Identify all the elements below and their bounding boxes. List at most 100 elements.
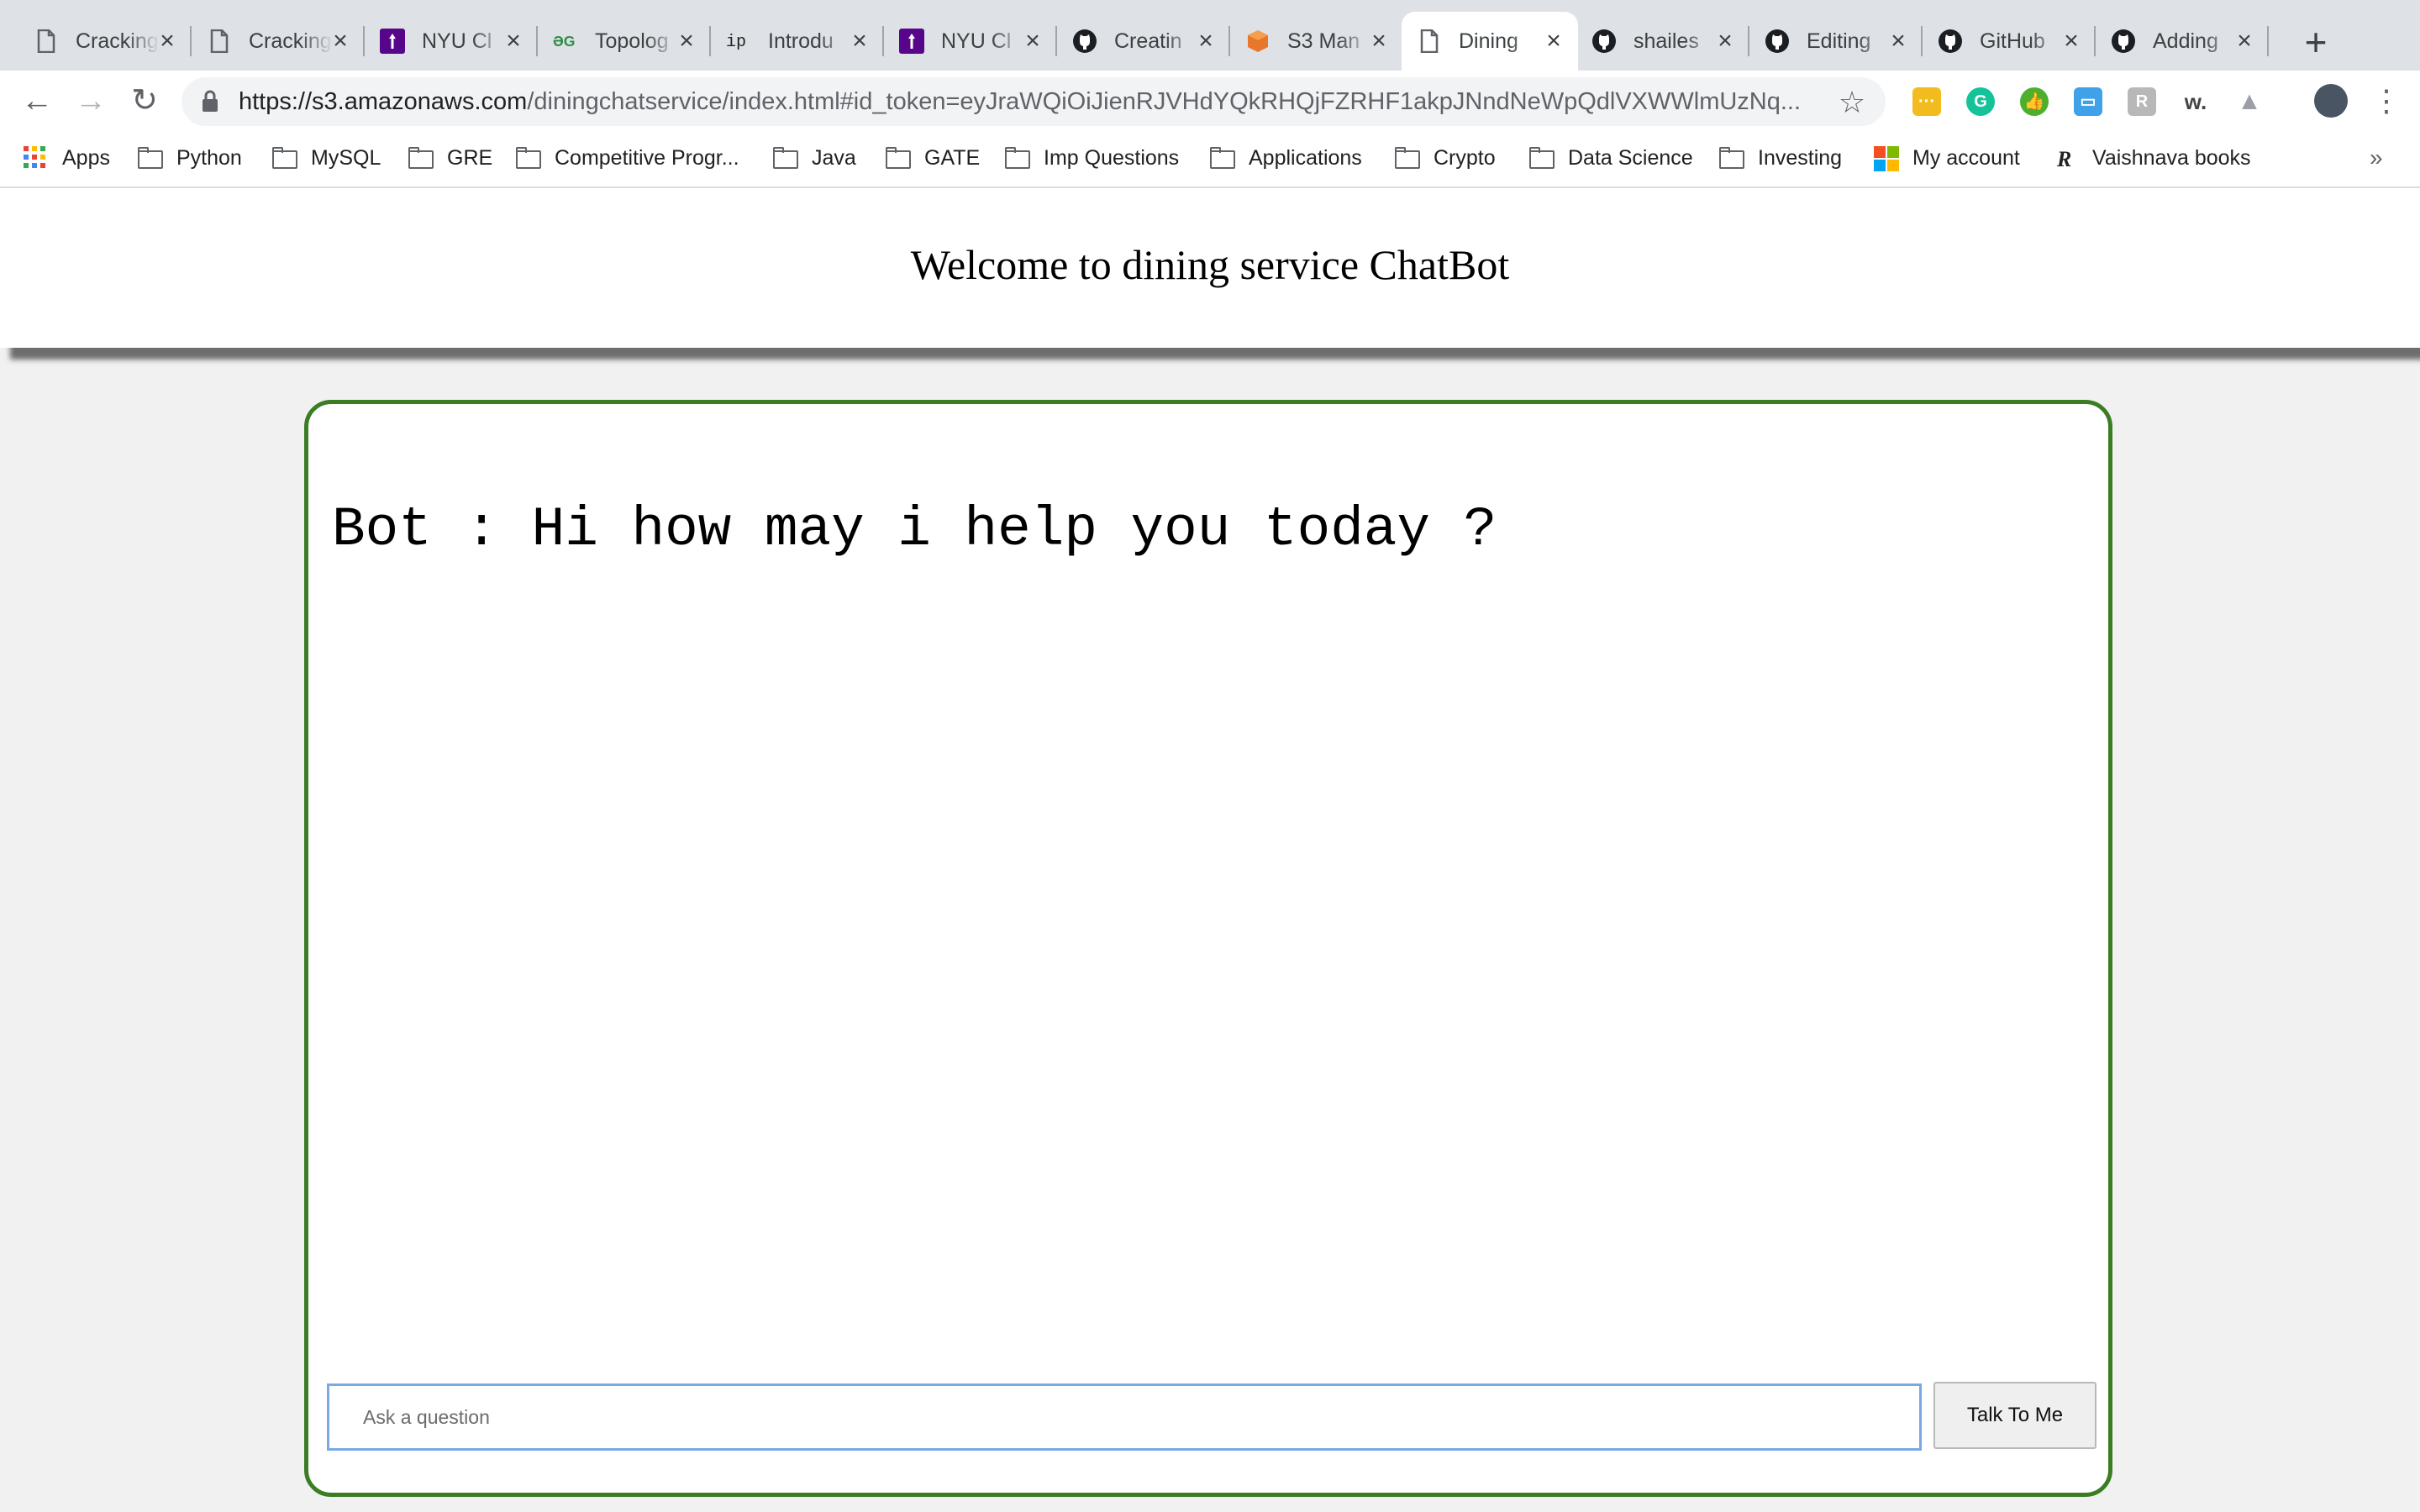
- bookmark-item[interactable]: Investing: [1719, 141, 1842, 175]
- browser-tab[interactable]: Cracking ×: [192, 12, 365, 71]
- new-tab-button[interactable]: +: [2297, 23, 2334, 61]
- bookmark-item[interactable]: My account: [1874, 141, 2020, 175]
- tab-close-icon[interactable]: ×: [1541, 29, 1566, 54]
- tab-close-icon[interactable]: ×: [847, 29, 872, 54]
- drive-icon[interactable]: ▲: [2235, 87, 2264, 116]
- folder-icon: [272, 146, 301, 170]
- apps-grid-icon: [24, 146, 52, 170]
- bookmark-label: Imp Questions: [1044, 145, 1180, 170]
- bookmark-label: MySQL: [311, 145, 381, 170]
- browser-tab[interactable]: Creatin ×: [1057, 12, 1230, 71]
- tab-close-icon[interactable]: ×: [155, 29, 180, 54]
- r-extension-icon[interactable]: R: [2128, 87, 2156, 116]
- w-extension-icon[interactable]: w.: [2181, 87, 2210, 116]
- back-button[interactable]: ←: [18, 82, 55, 119]
- tab-close-icon[interactable]: ×: [1193, 29, 1218, 54]
- browser-tab[interactable]: ƏG Topolog ×: [538, 12, 711, 71]
- folder-icon: [516, 146, 544, 170]
- browser-tab[interactable]: Dining ×: [1402, 12, 1578, 71]
- bookmark-item[interactable]: Imp Questions: [1005, 141, 1179, 175]
- reload-button[interactable]: ↻: [126, 82, 163, 119]
- tab-close-icon[interactable]: ×: [674, 29, 699, 54]
- tab-close-icon[interactable]: ×: [1886, 29, 1911, 54]
- tab-title: Topolog: [595, 29, 669, 53]
- page-icon: [207, 29, 232, 54]
- tab-title: NYU Cl: [422, 29, 492, 53]
- window-extension-icon[interactable]: ▭: [2074, 87, 2102, 116]
- tab-close-icon[interactable]: ×: [1712, 29, 1738, 54]
- thumbs-up-extension-icon[interactable]: 👍: [2020, 87, 2049, 116]
- address-bar[interactable]: https://s3.amazonaws.com/diningchatservi…: [182, 77, 1886, 126]
- browser-menu-button[interactable]: ⋮: [2371, 82, 2402, 119]
- bookmark-item[interactable]: GRE: [408, 141, 492, 175]
- forward-button[interactable]: →: [72, 82, 109, 119]
- folder-icon: [1005, 146, 1034, 170]
- browser-tab[interactable]: NYU Cl ×: [884, 12, 1057, 71]
- svg-text:ip: ip: [726, 33, 746, 51]
- browser-tab[interactable]: Cracking ×: [18, 12, 192, 71]
- tab-title: Dining: [1459, 29, 1518, 53]
- bookmark-item[interactable]: Applications: [1210, 141, 1362, 175]
- bookmark-item[interactable]: Competitive Progr...: [516, 141, 739, 175]
- browser-tab[interactable]: Editing ×: [1749, 12, 1923, 71]
- bookmark-label: Vaishnava books: [2092, 145, 2251, 170]
- bookmark-label: Python: [176, 145, 242, 170]
- svg-text:R: R: [2056, 147, 2071, 171]
- nyu-torch-icon: [380, 29, 405, 54]
- tab-title: Editing: [1807, 29, 1871, 53]
- tab-title: Adding: [2153, 29, 2218, 53]
- folder-icon: [1529, 146, 1558, 170]
- tab-close-icon[interactable]: ×: [501, 29, 526, 54]
- dots-extension-icon[interactable]: ···: [1912, 87, 1941, 116]
- tab-title: Creatin: [1114, 29, 1182, 53]
- folder-icon: [138, 146, 166, 170]
- bookmark-item[interactable]: Crypto: [1395, 141, 1496, 175]
- bookmark-label: Applications: [1249, 145, 1362, 170]
- folder-icon: [408, 146, 437, 170]
- tab-close-icon[interactable]: ×: [2059, 29, 2084, 54]
- chat-container: Bot : Hi how may i help you today ? Talk…: [304, 400, 2112, 1497]
- chat-log: Bot : Hi how may i help you today ?: [332, 496, 2085, 564]
- tab-title: Cracking: [76, 29, 159, 53]
- profile-avatar[interactable]: [2314, 84, 2348, 118]
- bookmark-item[interactable]: Data Science: [1529, 141, 1693, 175]
- bookmark-label: Apps: [62, 145, 110, 170]
- tab-title: GitHub: [1980, 29, 2045, 53]
- bookmarks-overflow-button[interactable]: »: [2370, 141, 2383, 175]
- nyu-torch-icon: [899, 29, 924, 54]
- r-logo-icon: R: [2054, 146, 2082, 171]
- question-input[interactable]: [327, 1383, 1922, 1451]
- bookmark-item[interactable]: Java: [773, 141, 856, 175]
- page-icon: [1417, 29, 1442, 54]
- url-host: https://s3.amazonaws.com: [239, 88, 528, 115]
- page-icon: [34, 29, 59, 54]
- ip-icon: ip: [726, 29, 751, 54]
- url-path: /diningchatservice/index.html#id_token=e…: [527, 88, 1802, 115]
- browser-tab[interactable]: NYU Cl ×: [365, 12, 538, 71]
- folder-icon: [886, 146, 914, 170]
- grammarly-icon[interactable]: G: [1966, 87, 1995, 116]
- bookmark-item[interactable]: GATE: [886, 141, 980, 175]
- tab-close-icon[interactable]: ×: [328, 29, 353, 54]
- bookmarks-bar: Apps Python MySQL GRE Competitive Progr... Ja…: [0, 131, 2420, 188]
- tab-separator: [2267, 26, 2269, 56]
- talk-to-me-button[interactable]: Talk To Me: [1933, 1382, 2096, 1449]
- tab-close-icon[interactable]: ×: [1366, 29, 1392, 54]
- aws-s3-icon: [1245, 29, 1270, 54]
- bookmark-item[interactable]: Python: [138, 141, 242, 175]
- microsoft-icon: [1874, 146, 1902, 171]
- browser-tab[interactable]: ip Introdu ×: [711, 12, 884, 71]
- browser-tab[interactable]: GitHub ×: [1923, 12, 2096, 71]
- bookmark-item[interactable]: Apps: [24, 141, 110, 175]
- bookmark-star-icon[interactable]: ☆: [1835, 86, 1869, 119]
- browser-tab[interactable]: Adding ×: [2096, 12, 2269, 71]
- tab-close-icon[interactable]: ×: [2232, 29, 2257, 54]
- browser-tab[interactable]: S3 Man ×: [1230, 12, 1403, 71]
- tab-close-icon[interactable]: ×: [1020, 29, 1045, 54]
- bookmark-item[interactable]: R Vaishnava books: [2054, 141, 2251, 175]
- browser-tab[interactable]: shailes ×: [1576, 12, 1749, 71]
- browser-toolbar: ← → ↻ https://s3.amazonaws.com/diningcha…: [0, 71, 2420, 131]
- bookmark-label: Crypto: [1434, 145, 1496, 170]
- bookmark-item[interactable]: MySQL: [272, 141, 381, 175]
- lock-icon: [203, 90, 218, 112]
